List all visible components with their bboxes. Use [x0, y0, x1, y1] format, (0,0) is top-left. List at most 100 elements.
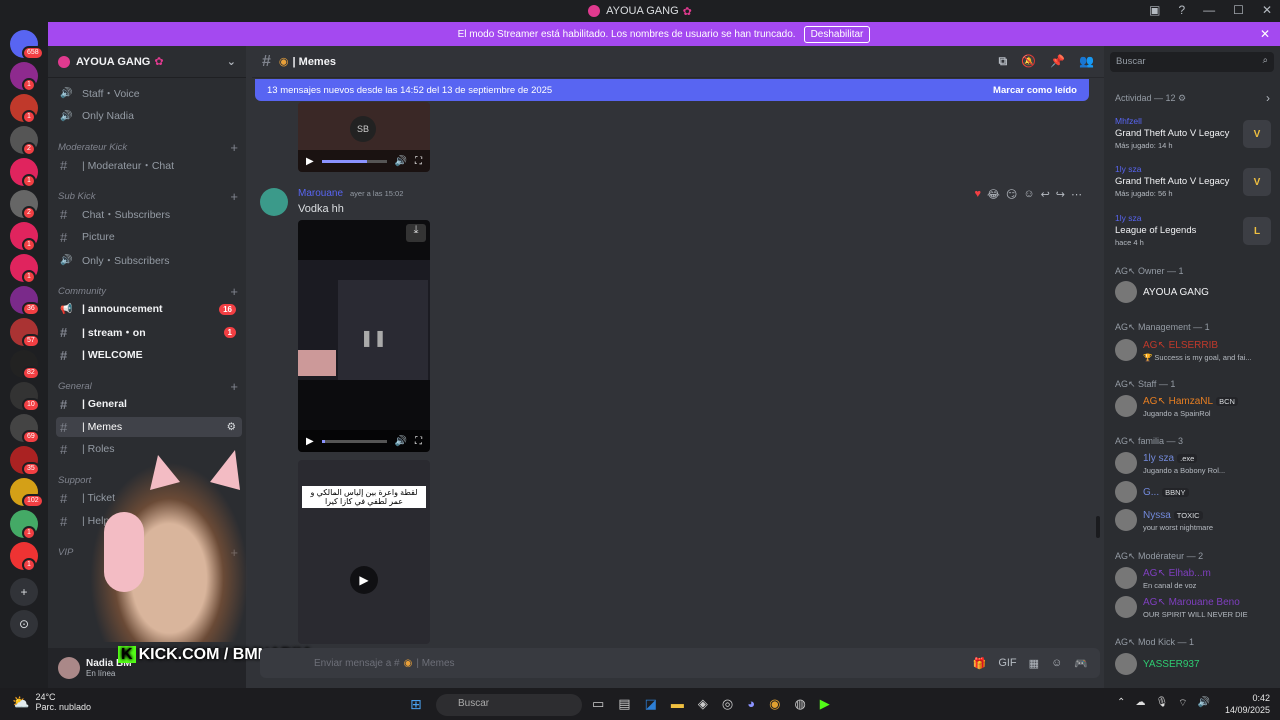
play-icon[interactable]: ▶ — [306, 436, 314, 447]
member-item[interactable]: AG↖ Elhab...m En canal de voz — [1115, 564, 1275, 594]
member-item[interactable]: Nyssa TOXIC your worst nightmare — [1115, 506, 1275, 536]
message-composer[interactable]: Enviar mensaje a # ◉ | Memes 🎁 GIF ▦ ☺ 🎮 — [260, 648, 1100, 678]
mic-icon[interactable]: 🎙 — [1155, 697, 1168, 710]
server-header[interactable]: AYOUA GANG ✿ ⌄ — [48, 46, 246, 78]
activity-header[interactable]: Actividad — 12 ⚙ — [1115, 93, 1186, 104]
chevron-down-icon[interactable]: ⌄ — [227, 55, 236, 68]
minimize-button[interactable]: — — [1203, 3, 1215, 17]
chrome-icon[interactable]: ◉ — [769, 696, 780, 712]
photos-icon[interactable]: ◈ — [698, 696, 708, 712]
video-attachment[interactable]: لقطة واعرة بين إلياس المالكي و عمر لطفي … — [298, 460, 430, 644]
channel-item[interactable]: # | Moderateur・Chat — [56, 155, 242, 175]
channel-item[interactable]: 📢 | announcement 16 — [56, 299, 242, 319]
forward-icon[interactable]: ↪ — [1056, 188, 1065, 201]
video-progress[interactable] — [321, 439, 387, 443]
cloud-icon[interactable]: ☁ — [1135, 697, 1145, 710]
channel-item[interactable]: 🔊 Staff・Voice — [56, 83, 242, 103]
channel-category[interactable]: Sub Kick + — [58, 189, 244, 204]
add-channel-icon[interactable]: + — [230, 140, 238, 155]
volume-icon[interactable]: 🔊 — [395, 436, 407, 447]
gif-icon[interactable]: GIF — [998, 657, 1016, 670]
threads-icon[interactable]: ⧉ — [999, 54, 1008, 69]
network-icon[interactable]: ⌔ — [1178, 697, 1187, 710]
more-icon[interactable]: ⋯ — [1071, 188, 1082, 201]
play-icon[interactable]: ▶ — [306, 156, 314, 167]
channel-category[interactable]: Community + — [58, 284, 244, 299]
video-attachment[interactable]: SB ▶ 🔊 ⛶ — [298, 102, 430, 172]
channel-category[interactable]: Moderateur Kick + — [58, 140, 244, 155]
emoji-icon[interactable]: ☺ — [1051, 657, 1062, 670]
obs-icon[interactable]: ◍ — [794, 696, 805, 712]
member-item[interactable]: AG↖ Marouane Beno OUR SPIRIT WILL NEVER D… — [1115, 593, 1275, 623]
video-attachment[interactable]: ⤓ ❚❚ ▶ 🔊 ⛶ — [298, 220, 430, 452]
channel-item[interactable]: 🔊 Only Nadia — [56, 106, 242, 126]
close-window-button[interactable]: ✕ — [1262, 3, 1272, 17]
message-author[interactable]: Marouane — [298, 188, 343, 199]
activity-card[interactable]: 1ly sza Grand Theft Auto V Legacy Más juga… — [1115, 164, 1275, 208]
speaker-icon[interactable]: 🔊 — [1198, 697, 1210, 710]
folder-icon[interactable]: ▬ — [671, 696, 684, 712]
windows-start-icon[interactable]: ⊞ — [410, 696, 422, 713]
member-item[interactable]: AYOUA GANG — [1115, 278, 1275, 308]
download-icon[interactable]: ⤓ — [406, 224, 426, 242]
taskbar-search[interactable]: Buscar — [436, 694, 582, 716]
add-server-icon[interactable]: + — [10, 578, 38, 606]
channel-item[interactable]: # Picture — [56, 227, 242, 247]
chevron-right-icon[interactable]: › — [1266, 91, 1270, 105]
member-item[interactable]: 1ly sza .exe Jugando a Bobony Rol... — [1115, 449, 1275, 479]
chat-scrollbar[interactable] — [1096, 516, 1100, 538]
tray-chevron-icon[interactable]: ⌃ — [1117, 697, 1125, 710]
maximize-button[interactable]: ☐ — [1233, 3, 1244, 17]
channel-item[interactable]: 🔊 Only・Subscribers — [56, 250, 242, 270]
fullscreen-icon[interactable]: ⛶ — [415, 436, 422, 447]
volume-icon[interactable]: 🔊 — [395, 156, 407, 167]
play-overlay-icon[interactable]: ▶ — [350, 566, 378, 594]
add-channel-icon[interactable]: + — [230, 284, 238, 299]
pin-icon[interactable]: 📌 — [1050, 54, 1065, 69]
video-controls[interactable]: ▶ 🔊 ⛶ — [298, 430, 430, 452]
task-view-icon[interactable]: ▭ — [592, 696, 604, 712]
add-channel-icon[interactable]: + — [230, 189, 238, 204]
channel-item[interactable]: # | stream・on 1 — [56, 322, 242, 342]
member-item[interactable]: YASSER937 — [1115, 650, 1275, 680]
video-controls[interactable]: ▶ 🔊 ⛶ — [298, 150, 430, 172]
user-avatar[interactable] — [58, 657, 80, 679]
close-banner-icon[interactable]: ✕ — [1260, 27, 1270, 41]
sticker-icon[interactable]: ▦ — [1029, 657, 1039, 670]
channel-item[interactable]: # Chat・Subscribers — [56, 204, 242, 224]
steam-icon[interactable]: ◎ — [722, 696, 733, 712]
kick-app-icon[interactable]: ▶ — [820, 696, 830, 712]
add-channel-icon[interactable]: + — [230, 379, 238, 394]
activity-card[interactable]: Mhfzell Grand Theft Auto V Legacy Más juga… — [1115, 116, 1275, 160]
laugh-reaction-icon[interactable]: 😂 — [987, 188, 1000, 201]
gift-icon[interactable]: 🎁 — [973, 657, 987, 670]
inbox-icon[interactable]: ▣ — [1149, 3, 1160, 17]
help-icon[interactable]: ? — [1178, 3, 1185, 17]
heart-reaction-icon[interactable]: ♥ — [974, 188, 981, 201]
outlook-icon[interactable]: ◪ — [645, 696, 657, 712]
new-messages-bar[interactable]: 13 mensajes nuevos desde las 14:52 del 1… — [255, 79, 1089, 101]
store-icon[interactable]: ▤ — [618, 696, 630, 712]
system-clock[interactable]: 0:42 14/09/2025 — [1225, 692, 1270, 716]
disable-streamer-button[interactable]: Deshabilitar — [803, 25, 871, 43]
fullscreen-icon[interactable]: ⛶ — [415, 156, 422, 167]
mark-read-button[interactable]: Marcar como leído — [993, 85, 1077, 96]
mute-icon[interactable]: 🔕 — [1021, 54, 1036, 69]
member-item[interactable]: AG↖ ELSERRIB 🏆 Success is my goal, and fa… — [1115, 336, 1275, 366]
discord-icon[interactable]: ◕ — [747, 696, 755, 712]
add-reaction-icon[interactable]: ☺ — [1023, 188, 1034, 201]
members-icon[interactable]: 👥 — [1079, 54, 1094, 69]
channel-category[interactable]: General + — [58, 379, 244, 394]
member-item[interactable]: G... BBNY — [1115, 478, 1275, 508]
activity-card[interactable]: 1ly sza League of Legends hace 4 hL — [1115, 213, 1275, 257]
smirk-reaction-icon[interactable]: 😏 — [1006, 188, 1017, 201]
weather-widget[interactable]: ⛅ 24°C Parc. nublado — [12, 692, 91, 712]
gear-icon[interactable]: ⚙ — [1178, 93, 1186, 103]
video-progress[interactable] — [321, 159, 387, 163]
author-avatar[interactable] — [260, 188, 288, 216]
discover-icon[interactable]: ⊙ — [10, 610, 38, 638]
apps-icon[interactable]: 🎮 — [1074, 657, 1088, 670]
member-item[interactable]: AG↖ HamzaNL BCN Jugando a SpainRol — [1115, 392, 1275, 422]
channel-item[interactable]: # | General — [56, 394, 242, 414]
search-input[interactable]: Buscar ⌕ — [1110, 52, 1274, 72]
